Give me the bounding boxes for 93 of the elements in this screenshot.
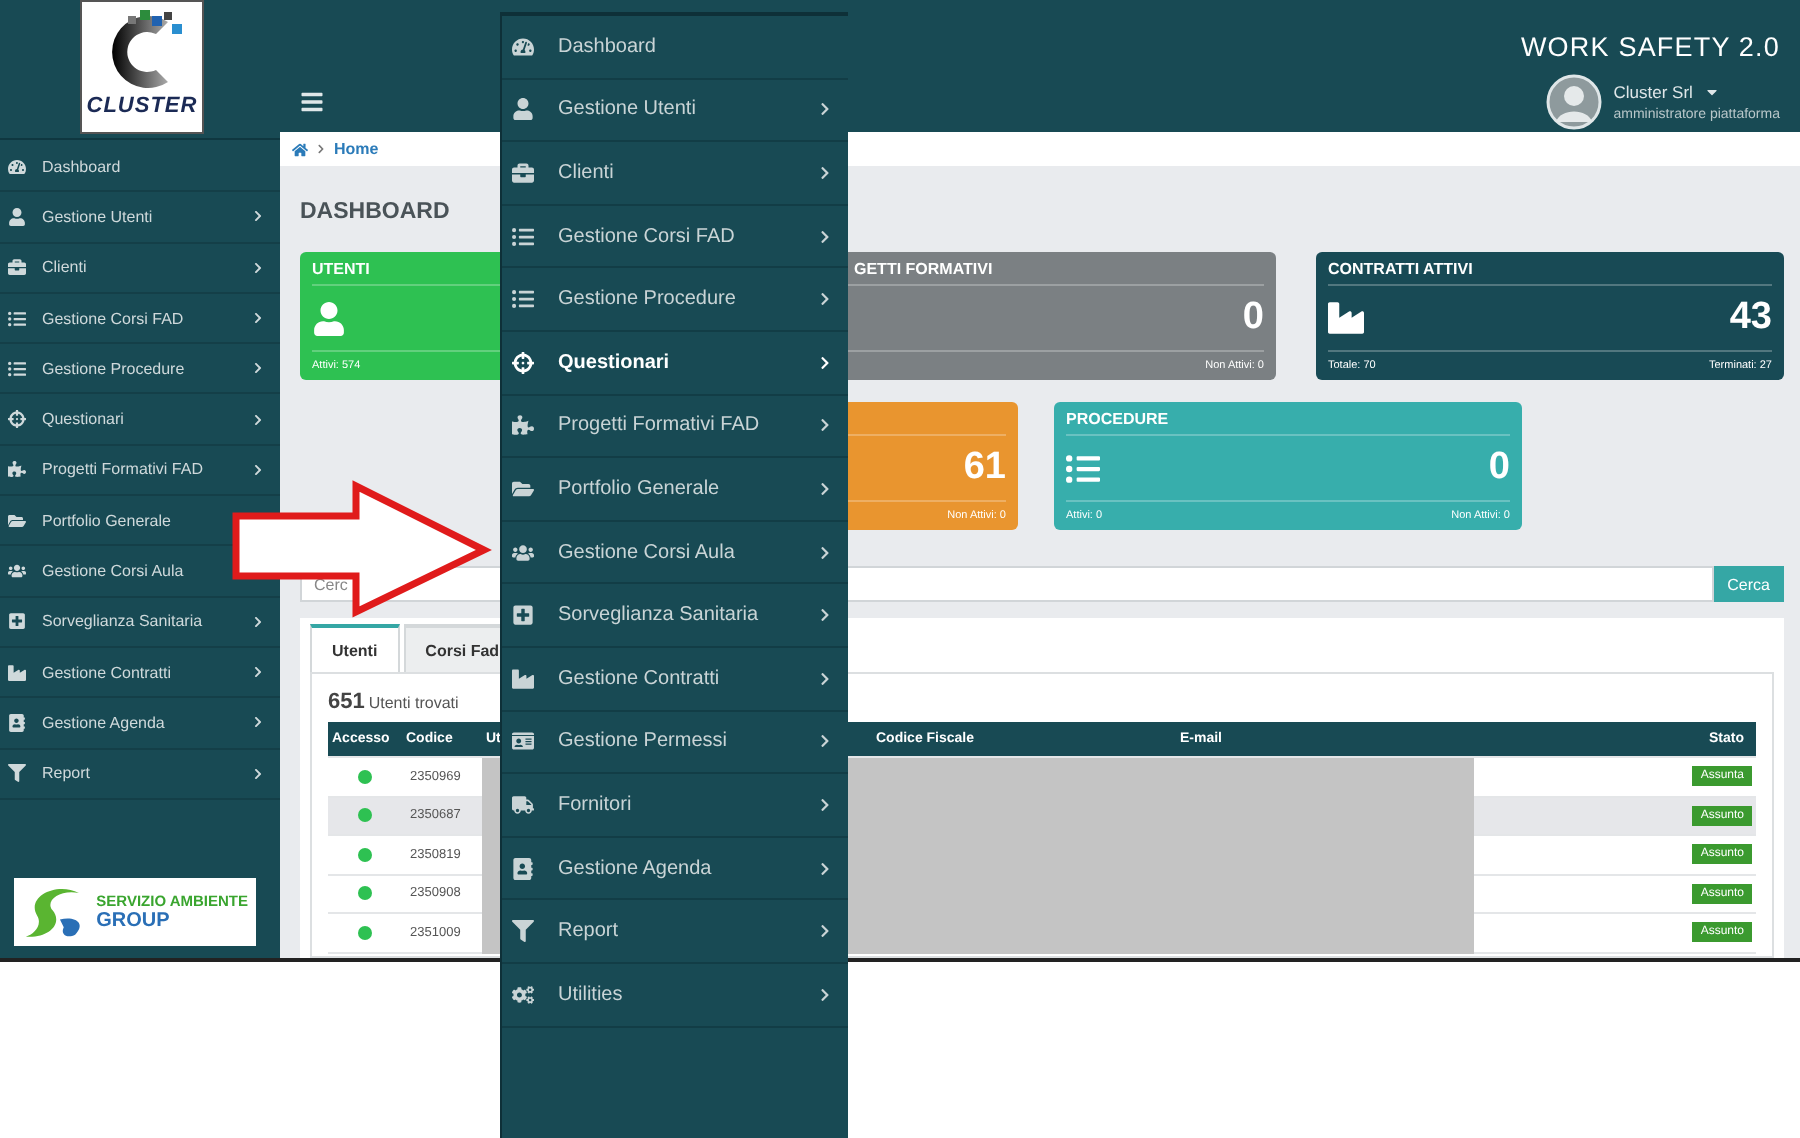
tab[interactable]: Utenti xyxy=(310,624,400,672)
chevron-icon xyxy=(818,292,832,307)
menu-item[interactable]: Clienti xyxy=(502,142,848,206)
factory-icon xyxy=(8,663,26,682)
menu-item[interactable]: Gestione Corsi Aula xyxy=(502,521,848,585)
chevron-icon xyxy=(252,615,264,628)
menu-item[interactable]: Gestione Procedure xyxy=(502,268,848,332)
users-icon xyxy=(512,541,534,564)
menu-icon[interactable] xyxy=(300,89,324,113)
home-icon[interactable] xyxy=(292,141,308,157)
list-icon xyxy=(8,359,26,378)
plus-icon xyxy=(512,604,534,627)
logo-text: GROUP xyxy=(96,910,172,932)
card-value: 0 xyxy=(1242,296,1264,340)
card-title: CONTRATTI ATTIVI xyxy=(1328,252,1772,286)
chevron-icon xyxy=(252,413,264,426)
chevron-icon xyxy=(818,608,832,623)
contact-book-icon xyxy=(8,713,26,732)
card-title: PROCEDURE xyxy=(1066,402,1510,436)
menu-item[interactable]: Dashboard xyxy=(502,16,848,80)
gauge-icon xyxy=(8,157,26,176)
user-icon xyxy=(8,207,26,226)
chevron-icon xyxy=(818,102,832,117)
chevron-icon xyxy=(252,210,264,223)
app-title: WORK SAFETY 2.0 xyxy=(1520,32,1780,62)
result-label: Utenti trovati xyxy=(368,694,459,712)
chevron-icon xyxy=(316,144,326,154)
chevron-icon xyxy=(818,797,832,812)
chevron-icon xyxy=(252,716,264,729)
folder-icon xyxy=(512,477,534,500)
result-count: 651 xyxy=(328,690,365,714)
chevron-icon xyxy=(818,355,832,370)
puzzle-icon xyxy=(512,414,534,437)
user-icon xyxy=(512,98,534,121)
chevron-icon xyxy=(818,734,832,749)
chevron-icon xyxy=(818,861,832,876)
briefcase-icon xyxy=(8,258,26,277)
menu-item[interactable]: Gestione Contratti xyxy=(502,647,848,712)
list-icon xyxy=(512,225,534,248)
breadcrumb-link[interactable]: Home xyxy=(334,140,379,158)
menu-item[interactable]: Fornitori xyxy=(502,774,848,838)
chevron-icon xyxy=(252,463,264,476)
briefcase-icon xyxy=(512,161,534,184)
menu-item[interactable]: Utilities xyxy=(502,963,848,1027)
id-card-icon xyxy=(512,730,534,753)
chevron-icon xyxy=(818,229,832,244)
chevron-icon xyxy=(252,362,264,375)
filter-icon xyxy=(8,764,26,783)
chevron-icon xyxy=(818,418,832,433)
user-name[interactable]: Cluster Srl xyxy=(1613,82,1780,102)
menu-item[interactable]: Gestione Permessi xyxy=(502,711,848,775)
page-title: DASHBOARD xyxy=(300,200,452,224)
chevron-icon xyxy=(818,545,832,560)
chevron-icon xyxy=(818,481,832,496)
contact-book-icon xyxy=(512,857,534,880)
chevron-icon xyxy=(252,261,264,274)
factory-icon xyxy=(512,667,534,690)
card-value: 0 xyxy=(1488,446,1510,490)
filter-icon xyxy=(512,920,534,943)
menu-item[interactable]: Sorveglianza Sanitaria xyxy=(502,584,848,648)
card-value: 61 xyxy=(963,446,1006,490)
list-icon xyxy=(1066,451,1100,485)
chevron-icon xyxy=(252,312,264,325)
gauge-icon xyxy=(512,35,534,58)
chevron-icon xyxy=(252,666,264,679)
logo-text: CLUSTER xyxy=(86,94,198,118)
list-icon xyxy=(8,309,26,328)
avatar-icon[interactable] xyxy=(1545,74,1602,130)
chevron-icon xyxy=(818,987,832,1002)
menu-item[interactable]: Progetti Formativi FAD xyxy=(502,395,848,459)
chevron-icon xyxy=(818,924,832,939)
menu-item[interactable]: Questionari xyxy=(502,331,848,396)
users-icon xyxy=(8,562,26,581)
card-value: 43 xyxy=(1729,296,1772,340)
crosshair-icon xyxy=(8,410,26,429)
gears-icon xyxy=(512,983,534,1006)
crosshair-icon xyxy=(512,351,534,374)
factory-icon xyxy=(1328,300,1364,336)
menu-item[interactable]: Report xyxy=(502,900,848,964)
caret-icon[interactable] xyxy=(1704,84,1721,100)
menu-item[interactable]: Portfolio Generale xyxy=(502,458,848,522)
folder-icon xyxy=(8,511,26,530)
puzzle-icon xyxy=(8,460,26,479)
truck-icon xyxy=(512,793,534,816)
chevron-icon xyxy=(818,165,832,180)
plus-icon xyxy=(8,612,26,631)
chevron-icon xyxy=(818,671,832,686)
menu-item[interactable]: Gestione Utenti xyxy=(502,79,848,143)
menu-item[interactable]: Gestione Corsi FAD xyxy=(502,205,848,269)
chevron-icon xyxy=(252,767,264,780)
user-icon xyxy=(312,301,346,335)
menu-item[interactable]: Gestione Agenda xyxy=(502,837,848,901)
list-icon xyxy=(512,288,534,311)
